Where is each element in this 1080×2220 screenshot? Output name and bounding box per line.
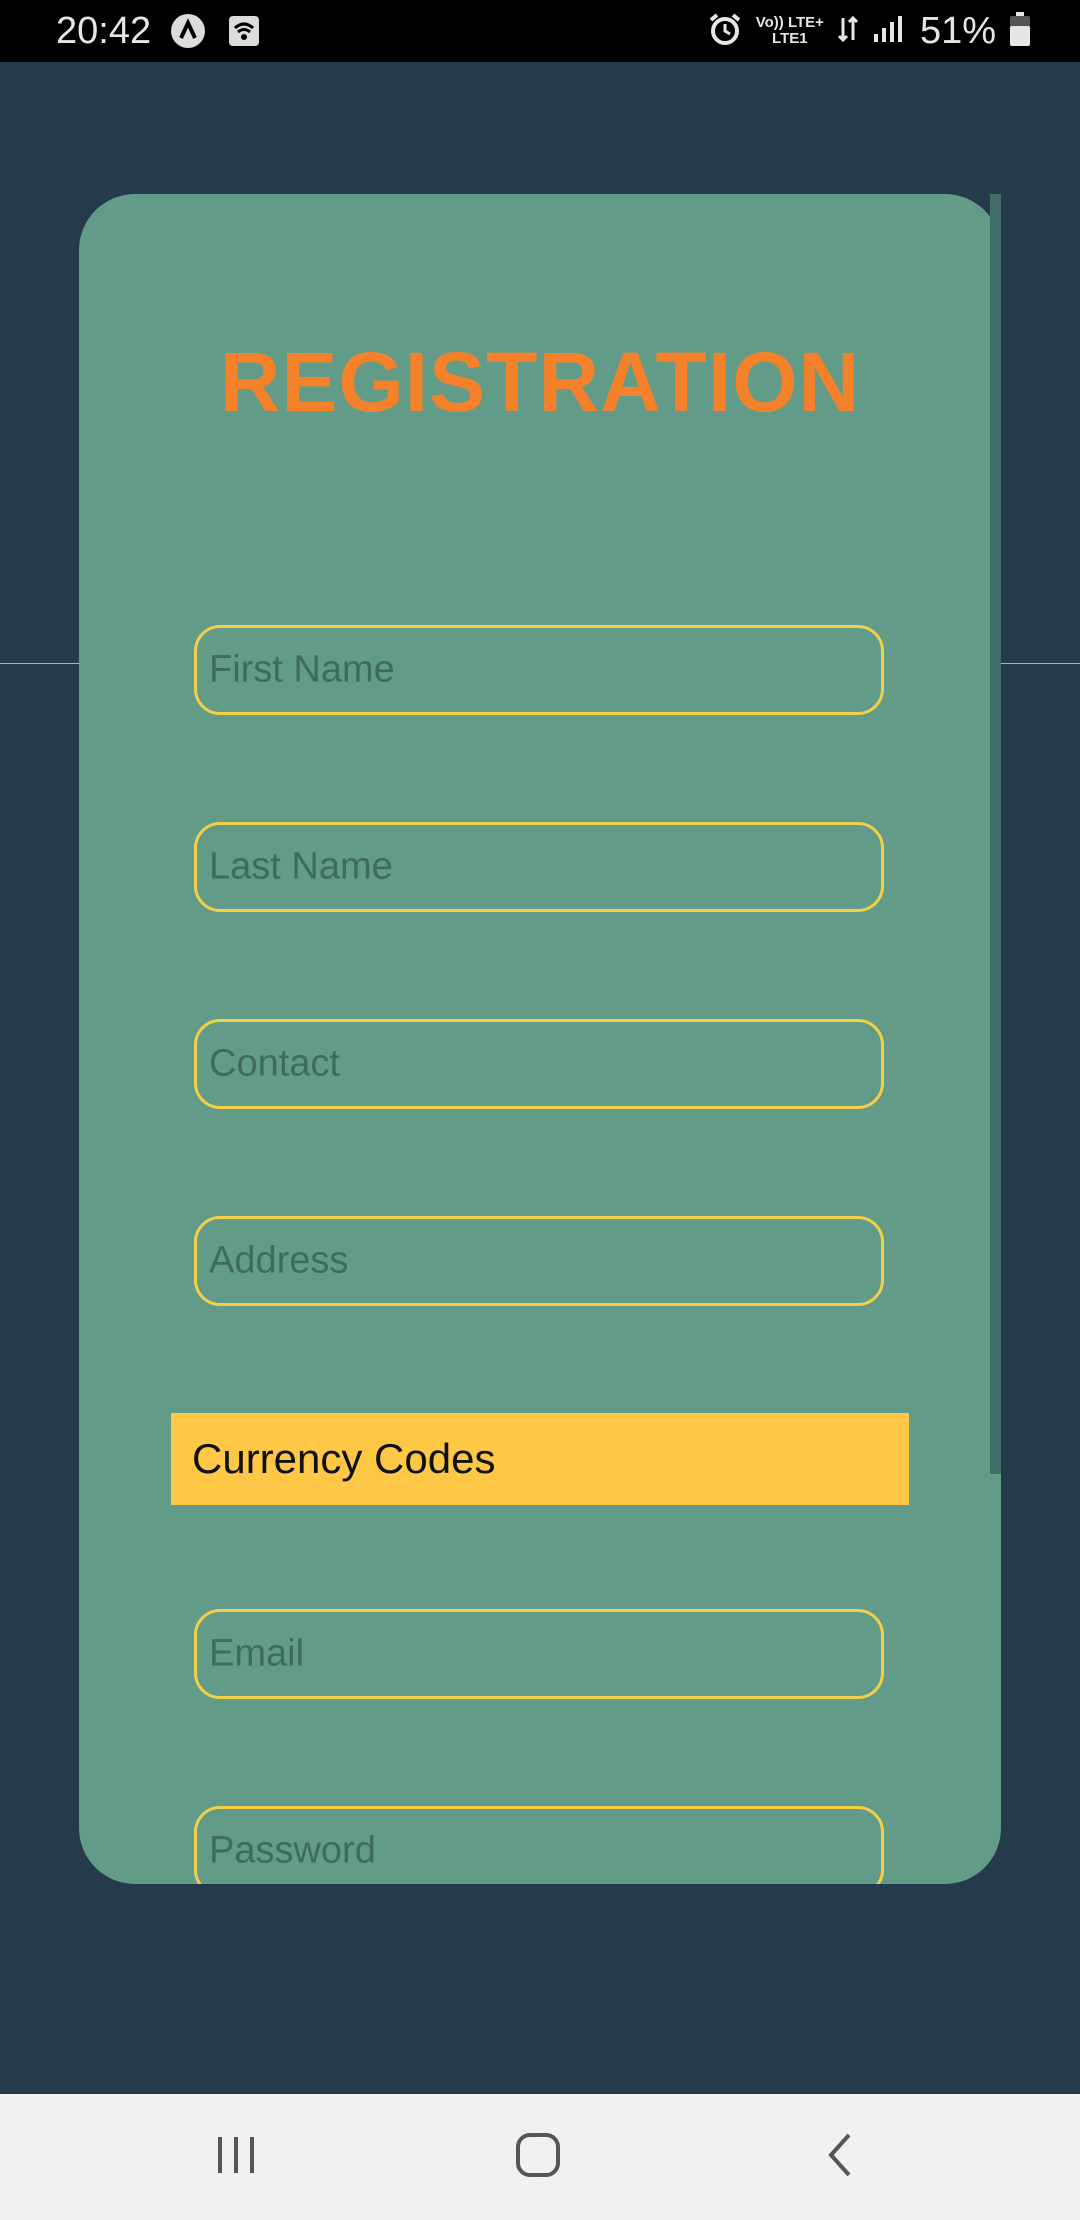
email-placeholder: Email bbox=[209, 1632, 305, 1675]
last-name-input[interactable]: Last Name bbox=[194, 822, 884, 912]
status-bar: 20:42 Vo)) LTE+ LTE1 51% bbox=[0, 0, 1080, 62]
network-type-label: Vo)) LTE+ LTE1 bbox=[755, 14, 824, 47]
battery-percent: 51% bbox=[919, 10, 996, 52]
signal-icon bbox=[872, 14, 906, 49]
recent-apps-button[interactable] bbox=[206, 2127, 266, 2187]
contact-input[interactable]: Contact bbox=[194, 1019, 884, 1109]
registration-card[interactable]: REGISTRATION First Name Last Name Contac… bbox=[79, 194, 1001, 1884]
currency-codes-dropdown[interactable]: Currency Codes bbox=[171, 1413, 909, 1505]
status-time: 20:42 bbox=[56, 10, 152, 52]
wifi-hotspot-icon bbox=[228, 15, 260, 52]
data-arrows-icon bbox=[837, 14, 858, 49]
notification-a-icon bbox=[170, 13, 206, 54]
home-button[interactable] bbox=[508, 2127, 568, 2187]
page-title: REGISTRATION bbox=[219, 335, 861, 429]
alarm-icon bbox=[708, 12, 742, 51]
password-placeholder: Password bbox=[209, 1829, 376, 1872]
recent-apps-icon bbox=[214, 2135, 258, 2180]
currency-codes-label: Currency Codes bbox=[192, 1435, 496, 1482]
home-icon bbox=[515, 2132, 561, 2183]
back-icon bbox=[825, 2132, 855, 2183]
address-placeholder: Address bbox=[209, 1239, 349, 1282]
navigation-bar bbox=[0, 2094, 1080, 2220]
first-name-placeholder: First Name bbox=[209, 648, 395, 691]
first-name-input[interactable]: First Name bbox=[194, 625, 884, 715]
battery-icon bbox=[1010, 11, 1030, 51]
address-input[interactable]: Address bbox=[194, 1216, 884, 1306]
card-scrollbar[interactable] bbox=[990, 194, 1001, 1474]
back-button[interactable] bbox=[810, 2127, 870, 2187]
contact-placeholder: Contact bbox=[209, 1042, 340, 1085]
email-input[interactable]: Email bbox=[194, 1609, 884, 1699]
password-input[interactable]: Password bbox=[194, 1806, 884, 1884]
last-name-placeholder: Last Name bbox=[209, 845, 393, 888]
